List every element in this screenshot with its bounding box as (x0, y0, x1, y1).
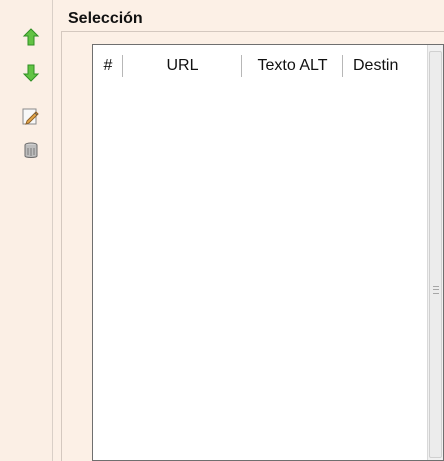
section-title: Selección (68, 10, 143, 27)
left-toolbar (0, 0, 53, 461)
up-arrow-icon (22, 28, 40, 46)
down-arrow-icon (22, 64, 40, 82)
delete-button[interactable] (18, 138, 44, 164)
column-header-number[interactable]: # (93, 45, 123, 87)
column-header-alt-text[interactable]: Texto ALT (242, 45, 343, 87)
table-header: # URL Texto ALT Destin (93, 45, 428, 87)
column-header-url[interactable]: URL (123, 45, 242, 87)
move-up-button[interactable] (18, 24, 44, 50)
selection-panel: Selección # URL Texto ALT Destin (0, 0, 444, 461)
column-header-destination[interactable]: Destin (343, 45, 428, 87)
table-body[interactable] (93, 87, 428, 460)
edit-icon (22, 108, 39, 125)
move-down-button[interactable] (18, 60, 44, 86)
scrollbar-grip-icon (433, 286, 439, 294)
edit-button[interactable] (18, 104, 44, 130)
selection-table[interactable]: # URL Texto ALT Destin (92, 44, 444, 461)
scrollbar-thumb[interactable] (429, 51, 442, 458)
vertical-scrollbar[interactable] (427, 45, 443, 460)
trash-icon (24, 142, 38, 158)
